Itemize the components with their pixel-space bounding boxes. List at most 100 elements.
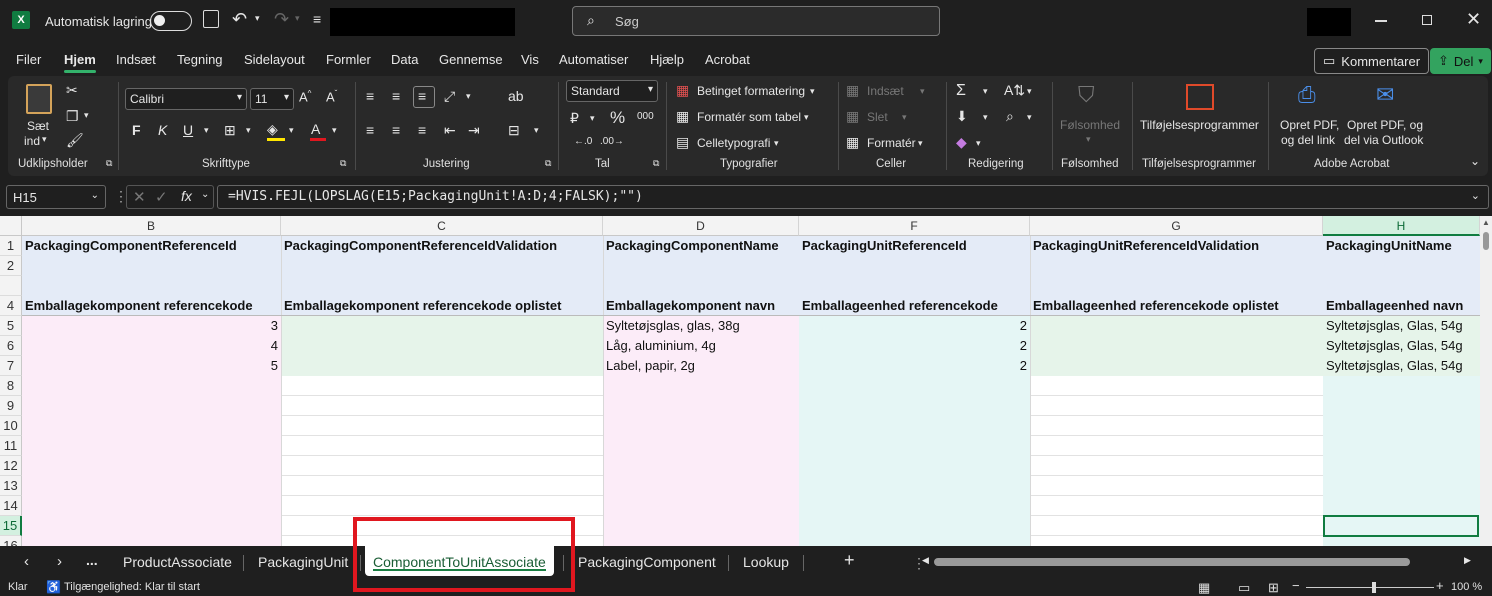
increase-indent-icon[interactable]: ⇥ (468, 122, 480, 139)
font-color-icon[interactable]: A (311, 121, 320, 137)
cell-d7[interactable]: Label, papir, 2g (603, 356, 799, 376)
row-header[interactable]: 2 (0, 256, 22, 276)
column-header-f[interactable]: F (799, 216, 1030, 236)
zoom-in-icon[interactable]: + (1436, 578, 1444, 593)
font-launcher-icon[interactable]: ⧉ (340, 158, 346, 169)
chevron-down-icon[interactable]: ▾ (983, 112, 988, 123)
row-header-selected[interactable]: 15 (0, 516, 22, 536)
search-box[interactable]: ⌕ Søg (572, 6, 940, 36)
format-cells-button[interactable]: Formatér (867, 136, 916, 150)
increase-decimal-icon[interactable]: ←.0 (574, 136, 592, 147)
row-header[interactable]: 7 (0, 356, 22, 376)
add-sheet-button[interactable]: + (844, 550, 855, 571)
pdf-link-icon[interactable]: ⎙ (1298, 82, 1316, 108)
accounting-icon[interactable]: ₽ (570, 110, 579, 127)
cell-b1[interactable]: PackagingComponentReferenceId (22, 236, 281, 256)
worksheet-grid[interactable]: B C D F G H ▲ 1 2 4 5 6 7 8 9 10 11 12 1… (0, 216, 1492, 546)
cell-f5[interactable]: 2 (799, 316, 1030, 336)
row-header[interactable]: 10 (0, 416, 22, 436)
bold-icon[interactable]: F (132, 122, 141, 138)
cell-f4[interactable]: Emballageenhed referencekode (799, 296, 1030, 316)
decrease-indent-icon[interactable]: ⇤ (444, 122, 456, 139)
row-header[interactable]: 1 (0, 236, 22, 256)
row-header[interactable]: 4 (0, 296, 22, 316)
row-header[interactable]: 5 (0, 316, 22, 336)
chevron-down-icon[interactable]: ▾ (920, 86, 925, 97)
comments-button[interactable]: ▭ Kommentarer (1314, 48, 1430, 74)
redo-dropdown-icon[interactable]: ▾ (295, 13, 300, 24)
row-header[interactable]: 9 (0, 396, 22, 416)
align-top-icon[interactable]: ≡ (366, 88, 374, 104)
copy-dropdown-icon[interactable]: ▾ (84, 110, 89, 121)
tab-sidelayout[interactable]: Sidelayout (244, 52, 305, 67)
tab-hjaelp[interactable]: Hjælp (650, 52, 684, 67)
scroll-up-icon[interactable]: ▲ (1482, 218, 1490, 227)
sheet-tab-packagingcomponent[interactable]: PackagingComponent (578, 554, 716, 570)
cell-b6[interactable]: 4 (22, 336, 281, 356)
number-launcher-icon[interactable]: ⧉ (653, 158, 659, 169)
chevron-down-icon[interactable]: ⌄ (91, 190, 99, 201)
cell-f1[interactable]: PackagingUnitReferenceId (799, 236, 1030, 256)
insert-cells-button[interactable]: Indsæt (867, 84, 904, 98)
chevron-down-icon[interactable]: ▾ (774, 138, 779, 149)
clipboard-launcher-icon[interactable]: ⧉ (106, 158, 112, 169)
pdf-link-label-2[interactable]: og del link (1281, 133, 1335, 147)
percent-icon[interactable]: % (610, 108, 625, 128)
cell-d5[interactable]: Syltetøjsglas, glas, 38g (603, 316, 799, 336)
paste-dropdown-icon[interactable]: ▾ (42, 134, 47, 145)
save-icon[interactable] (203, 10, 219, 28)
alignment-launcher-icon[interactable]: ⧉ (545, 158, 551, 169)
format-painter-icon[interactable]: 🖌 (66, 132, 84, 149)
chevron-down-icon[interactable]: ▾ (902, 112, 907, 123)
row-header[interactable]: 8 (0, 376, 22, 396)
font-name-select[interactable]: Calibri ▾ (125, 88, 247, 110)
chevron-down-icon[interactable]: ⌄ (201, 189, 209, 200)
increase-font-icon[interactable]: A^ (299, 89, 311, 104)
merge-dropdown-icon[interactable]: ▾ (534, 125, 539, 136)
sheet-tab-productassociate[interactable]: ProductAssociate (123, 554, 232, 570)
borders-icon[interactable]: ⊞ (224, 122, 236, 139)
formula-input[interactable]: =HVIS.FEJL(LOPSLAG(E15;PackagingUnit!A:D… (217, 185, 1489, 209)
enter-icon[interactable]: ✓ (155, 188, 168, 206)
row-header[interactable]: 6 (0, 336, 22, 356)
conditional-formatting-button[interactable]: Betinget formatering (697, 84, 805, 98)
accessibility-status[interactable]: Tilgængelighed: Klar til start (64, 581, 200, 593)
tab-gennemse[interactable]: Gennemse (439, 52, 503, 67)
pdf-outlook-label-1[interactable]: Opret PDF, og (1347, 118, 1423, 132)
chevron-down-icon[interactable]: ▾ (804, 112, 809, 123)
scroll-thumb[interactable] (1483, 232, 1489, 250)
addins-icon[interactable] (1186, 84, 1214, 110)
column-header-g[interactable]: G (1030, 216, 1323, 236)
tab-formler[interactable]: Formler (326, 52, 371, 67)
sensitivity-icon[interactable]: ⛉ (1078, 82, 1095, 108)
page-layout-icon[interactable]: ▭ (1238, 580, 1250, 596)
decrease-decimal-icon[interactable]: .00→ (600, 136, 624, 147)
maximize-icon[interactable] (1422, 15, 1432, 25)
chevron-down-icon[interactable]: ▾ (1027, 86, 1032, 97)
row-header[interactable]: 12 (0, 456, 22, 476)
close-icon[interactable]: ✕ (1466, 9, 1481, 30)
font-color-dropdown-icon[interactable]: ▾ (332, 125, 337, 136)
align-right-icon[interactable]: ≡ (418, 122, 426, 138)
copy-icon[interactable]: ❐ (66, 108, 79, 125)
customize-toolbar-icon[interactable]: ≡ (313, 11, 321, 27)
prev-sheet-icon[interactable]: ‹ (24, 553, 29, 570)
conditional-formatting-icon[interactable]: ▦ (676, 82, 689, 99)
redo-icon[interactable]: ↷ (274, 9, 289, 30)
pdf-link-label-1[interactable]: Opret PDF, (1280, 118, 1339, 132)
delete-cells-icon[interactable]: ▦ (846, 108, 859, 125)
merge-center-icon[interactable]: ⊟ (508, 122, 520, 139)
sheet-tab-componenttounitassociate[interactable]: ComponentToUnitAssociate (365, 546, 554, 576)
select-all-corner[interactable] (0, 216, 22, 236)
autosum-icon[interactable]: Σ (956, 82, 966, 100)
align-middle-icon[interactable]: ≡ (392, 88, 400, 104)
insert-cells-icon[interactable]: ▦ (846, 82, 859, 99)
decrease-font-icon[interactable]: Aˇ (326, 89, 337, 104)
cell-h1[interactable]: PackagingUnitName (1323, 236, 1480, 256)
tab-filer[interactable]: Filer (16, 52, 41, 67)
thousands-icon[interactable]: 000 (637, 111, 654, 122)
cell-d1[interactable]: PackagingComponentName (603, 236, 799, 256)
next-sheet-icon[interactable]: › (57, 553, 62, 570)
vertical-scrollbar[interactable]: ▲ (1480, 216, 1492, 546)
chevron-down-icon[interactable]: ▾ (976, 138, 981, 149)
